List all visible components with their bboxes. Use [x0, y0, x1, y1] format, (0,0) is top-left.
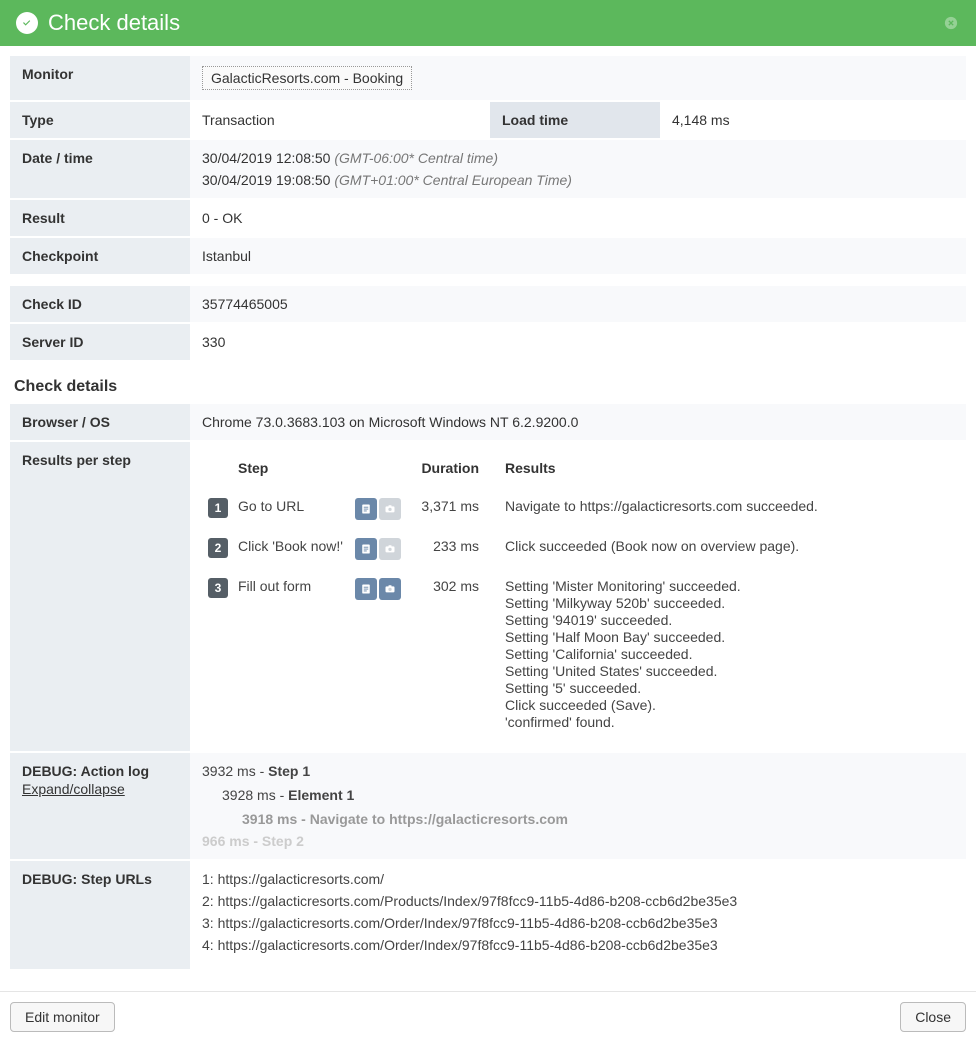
- step-row: 3 Fill out form 302 msSetting 'Mister Moni…: [204, 570, 952, 739]
- step-name: Fill out form: [234, 570, 349, 739]
- step-log-icon[interactable]: [355, 538, 377, 560]
- status-ok-icon: [16, 12, 38, 34]
- step-screenshot-icon[interactable]: [379, 538, 401, 560]
- step-log-icon[interactable]: [355, 578, 377, 600]
- ids-table: Check ID 35774465005 Server ID 330: [10, 286, 966, 362]
- step-name: Click 'Book now!': [234, 530, 349, 568]
- step-url: 3: https://galacticresorts.com/Order/Ind…: [202, 915, 954, 931]
- value-type: Transaction: [190, 102, 490, 140]
- actionlog-content: 3932 ms - Step 1 3928 ms - Element 1 391…: [190, 753, 966, 861]
- step-results: Setting 'Mister Monitoring' succeeded.Se…: [501, 570, 952, 739]
- value-checkpoint: Istanbul: [190, 238, 966, 276]
- label-actionlog: DEBUG: Action log Expand/collapse: [10, 753, 190, 861]
- label-result: Result: [10, 200, 190, 238]
- step-url: 1: https://galacticresorts.com/: [202, 871, 954, 887]
- step-screenshot-icon[interactable]: [379, 578, 401, 600]
- step-duration: 233 ms: [409, 530, 499, 568]
- step-number-badge: 2: [208, 538, 228, 558]
- expand-collapse-link[interactable]: Expand/collapse: [22, 781, 178, 797]
- step-log-icon[interactable]: [355, 498, 377, 520]
- label-loadtime: Load time: [490, 102, 660, 140]
- label-datetime: Date / time: [10, 140, 190, 200]
- details-table: Browser / OS Chrome 73.0.3683.103 on Mic…: [10, 404, 966, 971]
- step-duration: 3,371 ms: [409, 490, 499, 528]
- label-serverid: Server ID: [10, 324, 190, 362]
- edit-monitor-button[interactable]: Edit monitor: [10, 1002, 115, 1032]
- modal-body: Monitor GalacticResorts.com - Booking Ty…: [0, 46, 976, 991]
- label-browser: Browser / OS: [10, 404, 190, 442]
- label-checkpoint: Checkpoint: [10, 238, 190, 276]
- step-number-badge: 3: [208, 578, 228, 598]
- step-screenshot-icon[interactable]: [379, 498, 401, 520]
- close-button[interactable]: Close: [900, 1002, 966, 1032]
- value-browser: Chrome 73.0.3683.103 on Microsoft Window…: [190, 404, 966, 442]
- step-url: 2: https://galacticresorts.com/Products/…: [202, 893, 954, 909]
- value-checkid: 35774465005: [190, 286, 966, 324]
- label-monitor: Monitor: [10, 56, 190, 102]
- close-icon[interactable]: [942, 14, 960, 32]
- col-duration: Duration: [409, 454, 499, 488]
- check-details-modal: Check details Monitor GalacticResorts.co…: [0, 0, 976, 1042]
- col-step: Step: [234, 454, 349, 488]
- col-results: Results: [501, 454, 952, 488]
- section-check-details: Check details: [10, 372, 966, 404]
- value-datetime: 30/04/2019 12:08:50 (GMT-06:00* Central …: [190, 140, 966, 200]
- step-name: Go to URL: [234, 490, 349, 528]
- step-results: Click succeeded (Book now on overview pa…: [501, 530, 952, 568]
- step-row: 1 Go to URL 3,371 msNavigate to https://ga…: [204, 490, 952, 528]
- value-result: 0 - OK: [190, 200, 966, 238]
- modal-footer: Edit monitor Close: [0, 991, 976, 1042]
- steps-table: Step Duration Results 1 Go to URL 3,371 ms…: [202, 452, 954, 741]
- monitor-link[interactable]: GalacticResorts.com - Booking: [202, 66, 412, 90]
- modal-header: Check details: [0, 0, 976, 46]
- label-stepurls: DEBUG: Step URLs: [10, 861, 190, 971]
- step-row: 2 Click 'Book now!' 233 msClick succeeded …: [204, 530, 952, 568]
- value-loadtime: 4,148 ms: [660, 102, 966, 140]
- label-type: Type: [10, 102, 190, 140]
- modal-title: Check details: [48, 10, 932, 36]
- step-number-badge: 1: [208, 498, 228, 518]
- summary-table: Monitor GalacticResorts.com - Booking Ty…: [10, 56, 966, 276]
- label-checkid: Check ID: [10, 286, 190, 324]
- step-results: Navigate to https://galacticresorts.com …: [501, 490, 952, 528]
- stepurls-content: 1: https://galacticresorts.com/2: https:…: [190, 861, 966, 971]
- value-serverid: 330: [190, 324, 966, 362]
- step-duration: 302 ms: [409, 570, 499, 739]
- step-url: 4: https://galacticresorts.com/Order/Ind…: [202, 937, 954, 953]
- label-steps: Results per step: [10, 442, 190, 753]
